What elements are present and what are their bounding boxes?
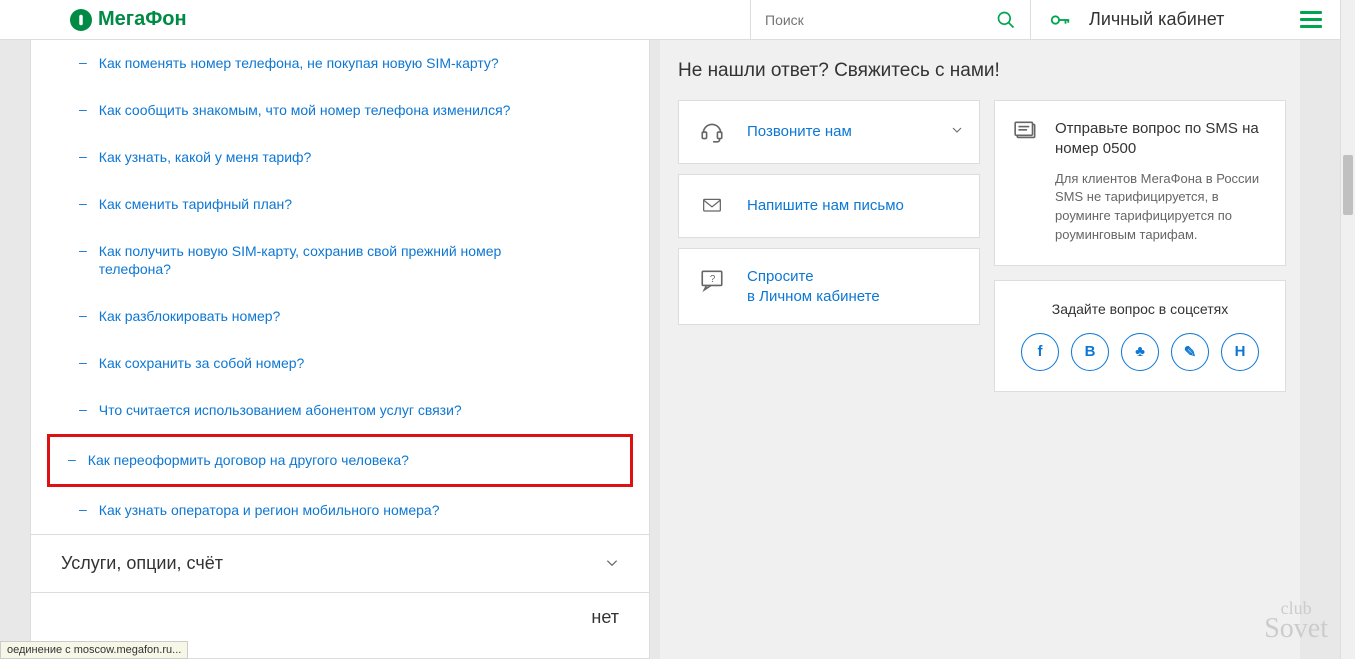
faq-link[interactable]: Как узнать оператора и регион мобильного…: [99, 501, 440, 520]
headset-icon: [699, 119, 725, 145]
chevron-down-icon: [605, 556, 619, 570]
social-button-3[interactable]: ✎: [1171, 333, 1209, 371]
sms-card: Отправьте вопрос по SMS на номер 0500 Дл…: [994, 100, 1286, 266]
faq-item[interactable]: –Как получить новую SIM-карту, сохранив …: [61, 228, 619, 294]
scroll-thumb[interactable]: [1343, 155, 1353, 215]
key-icon: [1049, 9, 1071, 31]
dash-icon: –: [79, 401, 87, 417]
faq-link[interactable]: Как получить новую SIM-карту, сохранив с…: [99, 242, 539, 280]
faq-item[interactable]: –Как сохранить за собой номер?: [61, 340, 619, 387]
social-button-4[interactable]: Н: [1221, 333, 1259, 371]
cabinet-block: Личный кабинет: [1030, 0, 1340, 40]
faq-link[interactable]: Как разблокировать номер?: [99, 307, 281, 326]
social-button-2[interactable]: ♣: [1121, 333, 1159, 371]
contact-ask-card[interactable]: ? Спроситев Личном кабинете: [678, 248, 980, 325]
faq-link[interactable]: Как переоформить договор на другого чело…: [88, 451, 409, 470]
chevron-down-icon: [951, 123, 963, 135]
logo[interactable]: МегаФон: [70, 8, 187, 31]
contact-call-text: Позвоните нам: [747, 122, 852, 142]
contact-title: Не нашли ответ? Свяжитесь с нами!: [678, 60, 1286, 82]
status-bar: оединение с moscow.megafon.ru...: [0, 641, 188, 659]
faq-item[interactable]: –Как узнать, какой у меня тариф?: [61, 134, 619, 181]
dash-icon: –: [79, 501, 87, 517]
dash-icon: –: [79, 195, 87, 211]
scrollbar[interactable]: [1340, 0, 1355, 659]
social-button-1[interactable]: В: [1071, 333, 1109, 371]
social-title: Задайте вопрос в соцсетях: [1011, 301, 1269, 317]
faq-link[interactable]: Как сохранить за собой номер?: [99, 354, 305, 373]
faq-link[interactable]: Как поменять номер телефона, не покупая …: [99, 54, 499, 73]
main-column: –Как поменять номер телефона, не покупая…: [30, 40, 650, 659]
right-column: Не нашли ответ? Свяжитесь с нами! Позвон…: [660, 40, 1300, 659]
accordion-partial[interactable]: нет: [31, 592, 649, 628]
accordion-title: Услуги, опции, счёт: [61, 553, 223, 574]
dash-icon: –: [79, 148, 87, 164]
faq-item[interactable]: –Что считается использованием абонентом …: [61, 387, 619, 434]
faq-item[interactable]: –Как сообщить знакомым, что мой номер те…: [61, 87, 619, 134]
dash-icon: –: [79, 54, 87, 70]
social-row: fВ ♣ ✎ Н: [1011, 333, 1269, 371]
dash-icon: –: [68, 451, 76, 467]
contact-ask-text: Спроситев Личном кабинете: [747, 267, 880, 306]
contact-write-card[interactable]: Напишите нам письмо: [678, 174, 980, 238]
sms-title: Отправьте вопрос по SMS на номер 0500: [1055, 119, 1267, 160]
search-block: [750, 0, 1030, 40]
social-button-0[interactable]: f: [1021, 333, 1059, 371]
svg-text:?: ?: [710, 274, 716, 285]
faq-item[interactable]: –Как узнать оператора и регион мобильног…: [61, 487, 619, 534]
social-card: Задайте вопрос в соцсетях fВ ♣ ✎ Н: [994, 280, 1286, 392]
logo-icon: [70, 9, 92, 31]
faq-item[interactable]: –Как переоформить договор на другого чел…: [47, 434, 633, 487]
dash-icon: –: [79, 242, 87, 258]
faq-item[interactable]: –Как разблокировать номер?: [61, 293, 619, 340]
sms-icon: [1013, 119, 1039, 145]
contact-call-card[interactable]: Позвоните нам: [678, 100, 980, 164]
envelope-icon: [699, 193, 725, 219]
logo-text: МегаФон: [98, 8, 187, 31]
faq-item[interactable]: –Как сменить тарифный план?: [61, 181, 619, 228]
faq-item[interactable]: –Как поменять номер телефона, не покупая…: [61, 40, 619, 87]
dash-icon: –: [79, 354, 87, 370]
faq-list: –Как поменять номер телефона, не покупая…: [31, 40, 649, 534]
hamburger-menu-icon[interactable]: [1300, 11, 1322, 28]
header-bar: МегаФон Личный кабинет: [0, 0, 1340, 40]
search-icon[interactable]: [996, 10, 1016, 30]
dash-icon: –: [79, 101, 87, 117]
accordion-services[interactable]: Услуги, опции, счёт: [31, 534, 649, 592]
cabinet-link[interactable]: Личный кабинет: [1089, 9, 1282, 30]
sms-desc: Для клиентов МегаФона в России SMS не та…: [1055, 170, 1267, 245]
search-input[interactable]: [765, 12, 996, 28]
faq-link[interactable]: Как узнать, какой у меня тариф?: [99, 148, 312, 167]
faq-link[interactable]: Как сменить тарифный план?: [99, 195, 292, 214]
faq-link[interactable]: Что считается использованием абонентом у…: [99, 401, 462, 420]
dash-icon: –: [79, 307, 87, 323]
chat-question-icon: ?: [699, 267, 725, 293]
faq-link[interactable]: Как сообщить знакомым, что мой номер тел…: [99, 101, 511, 120]
contact-write-text: Напишите нам письмо: [747, 196, 904, 216]
